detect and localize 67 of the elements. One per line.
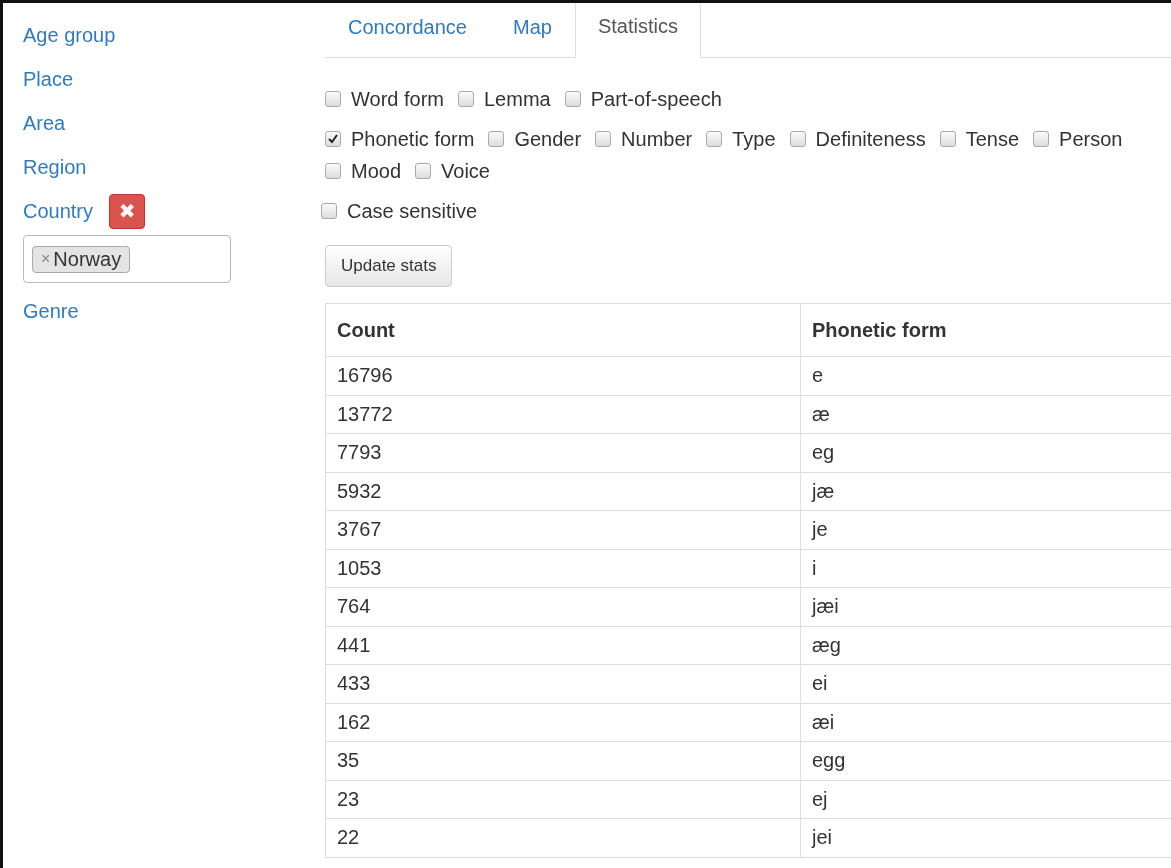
- checkbox-box[interactable]: [1033, 131, 1050, 147]
- checkbox-box[interactable]: [789, 131, 806, 147]
- table-cell: 16796: [325, 356, 801, 395]
- checkbox-box[interactable]: [415, 163, 432, 179]
- checkbox-label: Case sensitive: [347, 199, 478, 223]
- checkbox-label: Gender: [514, 127, 582, 151]
- checkbox-label: Tense: [965, 127, 1020, 151]
- filter-link[interactable]: Place: [23, 67, 74, 91]
- checkbox[interactable]: Word form: [325, 85, 444, 113]
- remove-filter-button[interactable]: ✖: [109, 193, 146, 229]
- table-cell: 35: [325, 741, 801, 780]
- checkbox[interactable]: Tense: [939, 125, 1020, 153]
- checkbox[interactable]: Person: [1033, 125, 1123, 153]
- filter-link[interactable]: Country: [23, 199, 94, 223]
- update-stats-button[interactable]: Update stats: [325, 245, 453, 287]
- column-header: Phonetic form: [800, 303, 1171, 357]
- checkbox-box[interactable]: [325, 131, 341, 147]
- table-cell: 3767: [325, 510, 801, 549]
- checkbox-box[interactable]: [564, 91, 581, 107]
- selected-tag[interactable]: ×Norway: [32, 245, 131, 273]
- column-header: Count: [325, 303, 801, 357]
- table-cell: 5932: [325, 472, 801, 511]
- checkbox-label: Type: [732, 127, 776, 151]
- table-cell: 1053: [325, 549, 801, 588]
- table-cell: 7793: [325, 433, 801, 472]
- checkbox-label: Word form: [351, 87, 444, 111]
- checkbox-box[interactable]: [595, 131, 612, 147]
- tag-select-field[interactable]: ×Norway: [23, 235, 231, 283]
- checkbox-label: Voice: [441, 159, 490, 183]
- tab[interactable]: Statistics: [574, 3, 701, 58]
- checkbox[interactable]: Phonetic form: [325, 125, 475, 153]
- filter-link[interactable]: Area: [23, 111, 66, 135]
- checkbox-label: Phonetic form: [351, 127, 475, 151]
- filter-link[interactable]: Region: [23, 155, 87, 179]
- checkbox[interactable]: Part-of-speech: [564, 85, 722, 113]
- checkbox[interactable]: Definiteness: [789, 125, 926, 153]
- table-cell: 433: [325, 664, 801, 703]
- tag-label: Norway: [53, 247, 122, 271]
- table-cell: 13772: [325, 395, 801, 434]
- checkbox-label: Lemma: [484, 87, 551, 111]
- checkbox-label: Mood: [351, 159, 402, 183]
- checkbox[interactable]: Type: [706, 125, 776, 153]
- table-cell: 22: [325, 818, 801, 857]
- checkbox[interactable]: Mood: [325, 157, 402, 185]
- checkbox-label: Definiteness: [815, 127, 926, 151]
- checkbox-box[interactable]: [325, 163, 341, 179]
- checkbox-box[interactable]: [488, 131, 505, 147]
- table-cell: 441: [325, 626, 801, 665]
- table-cell: 764: [325, 587, 801, 626]
- checkbox[interactable]: Case sensitive: [321, 197, 478, 225]
- checkbox[interactable]: Voice: [415, 157, 490, 185]
- checkbox-box[interactable]: [939, 131, 956, 147]
- table-cell: 23: [325, 780, 801, 819]
- checkbox[interactable]: Lemma: [458, 85, 551, 113]
- checkbox-box[interactable]: [706, 131, 723, 147]
- checkbox-label: Person: [1059, 127, 1123, 151]
- checkbox[interactable]: Number: [595, 125, 693, 153]
- checkbox-box[interactable]: [325, 91, 341, 107]
- checkbox-box[interactable]: [321, 203, 337, 219]
- table-cell: 162: [325, 703, 801, 742]
- checkbox-label: Number: [621, 127, 693, 151]
- checkbox-box[interactable]: [458, 91, 474, 107]
- filter-link[interactable]: Genre: [23, 299, 79, 323]
- check-icon: [328, 134, 338, 144]
- filter-link[interactable]: Age group: [23, 23, 116, 47]
- checkbox[interactable]: Gender: [488, 125, 582, 153]
- checkbox-label: Part-of-speech: [590, 87, 722, 111]
